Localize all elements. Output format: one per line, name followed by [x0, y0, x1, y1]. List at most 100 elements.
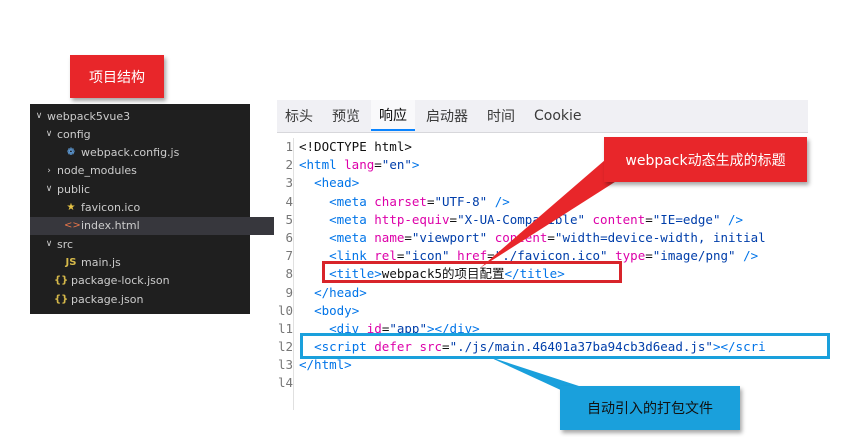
- code-token: </html>: [299, 357, 352, 373]
- code-token: "image/png": [652, 248, 736, 264]
- code-token: "UTF-8": [434, 193, 488, 209]
- gear-icon: ❁: [66, 147, 76, 159]
- tree-item[interactable]: ★ favicon.ico: [30, 199, 274, 217]
- line-number: l2: [277, 339, 293, 355]
- code-line: <meta name="viewport" content="width=dev…: [299, 229, 808, 247]
- tree-item[interactable]: JS main.js: [30, 253, 274, 271]
- code-token: <meta: [329, 211, 375, 227]
- bundle-callout-text: 自动引入的打包文件: [587, 401, 713, 417]
- code-token: =: [374, 157, 382, 173]
- bundle-callout: 自动引入的打包文件: [560, 386, 740, 430]
- code-token: >: [411, 157, 420, 173]
- code-token: =: [645, 211, 653, 227]
- tree-item-label: package-lock.json: [71, 274, 170, 288]
- code-token: charset: [374, 193, 427, 209]
- star-icon: ★: [66, 202, 76, 213]
- chevron-down-icon: ∨: [45, 239, 53, 250]
- devtools-tab[interactable]: 预览: [324, 100, 368, 131]
- tree-item-label: public: [57, 182, 91, 196]
- tree-item[interactable]: {} package.json: [30, 290, 264, 308]
- code-line: <meta http-equiv = "X-UA-Compatible" conte…: [299, 211, 808, 229]
- code-token: "IE=edge": [652, 211, 721, 227]
- devtools-tab[interactable]: 标头: [277, 100, 321, 131]
- code-line: <meta charset="UTF-8" />: [299, 193, 808, 211]
- line-number: 5: [285, 211, 293, 227]
- tree-item[interactable]: › node_modules: [30, 162, 264, 180]
- line-number: 3: [285, 175, 293, 191]
- code-token: content: [592, 211, 646, 227]
- line-number: 2: [285, 157, 293, 173]
- chevron-down-icon: ∨: [35, 111, 43, 121]
- tree-item[interactable]: ∨ src: [30, 235, 264, 253]
- line-number-gutter: 1 2 3 4 5 6 7 8 9 l0 l1 l2 l3 l4: [277, 138, 294, 410]
- chevron-right-icon: ›: [47, 165, 51, 176]
- line-number: 9: [285, 284, 293, 300]
- line-number: 1: [285, 139, 293, 154]
- code-token: "viewport": [411, 229, 488, 245]
- code-token: http-equiv: [374, 211, 450, 227]
- json-icon: {}: [54, 293, 69, 305]
- code-token: <!DOCTYPE html>: [299, 139, 412, 154]
- code-token: name: [374, 229, 405, 245]
- devtools-tab[interactable]: 响应: [371, 100, 415, 131]
- line-number: 7: [285, 248, 293, 264]
- code-token: =: [645, 248, 653, 264]
- code-token: <meta: [329, 229, 375, 245]
- tree-item-label: webpack5vue3: [47, 109, 131, 123]
- code-token: />: [487, 193, 510, 209]
- code-token: =: [404, 229, 412, 245]
- line-number: 6: [285, 229, 293, 245]
- code-token: "en": [381, 157, 412, 173]
- code-token: </head>: [314, 284, 367, 300]
- tree-item[interactable]: ∨ webpack5vue3: [30, 107, 254, 125]
- line-number: l0: [277, 302, 293, 318]
- line-number: l1: [277, 320, 293, 336]
- tree-item[interactable]: <> index.html: [30, 216, 274, 235]
- line-number: l3: [277, 357, 293, 373]
- tree-item-label: webpack.config.js: [81, 146, 180, 160]
- tree-item[interactable]: ❁ webpack.config.js: [30, 144, 274, 162]
- chevron-down-icon: ∨: [45, 129, 53, 140]
- tree-item[interactable]: ∨ public: [30, 180, 264, 198]
- code-token: />: [720, 211, 744, 227]
- code-token: lang: [344, 157, 375, 173]
- code-token: />: [735, 248, 759, 264]
- tree-item-label: config: [57, 127, 91, 141]
- title-highlight-box: [322, 261, 622, 283]
- code-line: <body>: [299, 302, 808, 320]
- tree-item[interactable]: {} package-lock.json: [30, 272, 264, 290]
- code-token: =: [547, 229, 555, 245]
- tree-item-label: main.js: [81, 255, 121, 269]
- script-highlight-box: [300, 333, 830, 359]
- tree-item[interactable]: ∨ config: [30, 125, 264, 143]
- title-callout-text: webpack动态生成的标题: [625, 152, 786, 169]
- code-token: "width=device-width, initial: [554, 229, 766, 245]
- code-token: <body>: [314, 302, 360, 318]
- line-number: l4: [277, 375, 293, 391]
- json-icon: {}: [54, 275, 69, 287]
- tree-item-label: src: [57, 237, 74, 251]
- project-structure-text: 项目结构: [89, 69, 145, 86]
- code-token: "X-UA-Compatible": [457, 211, 585, 227]
- tree-item-label: index.html: [81, 219, 140, 233]
- file-explorer: ∨ webpack5vue3 ∨ config ❁ webpack.config.js › n…: [30, 104, 274, 314]
- code-token: <head>: [314, 175, 360, 191]
- devtools-tab[interactable]: Cookie: [526, 100, 590, 131]
- devtools-tabbar: 标头 预览 响应 启动器 时间 Cookie: [277, 100, 808, 133]
- project-structure-label: 项目结构: [70, 55, 164, 98]
- devtools-tab[interactable]: 启动器: [418, 100, 476, 131]
- title-callout: webpack动态生成的标题: [604, 137, 807, 182]
- chevron-down-icon: ∨: [45, 184, 53, 195]
- code-token: content: [494, 229, 548, 245]
- html-icon: <>: [64, 220, 81, 232]
- devtools-tab[interactable]: 时间: [479, 100, 523, 131]
- line-number: 4: [285, 193, 293, 209]
- tree-item-label: package.json: [71, 292, 144, 306]
- line-number: 8: [285, 266, 293, 282]
